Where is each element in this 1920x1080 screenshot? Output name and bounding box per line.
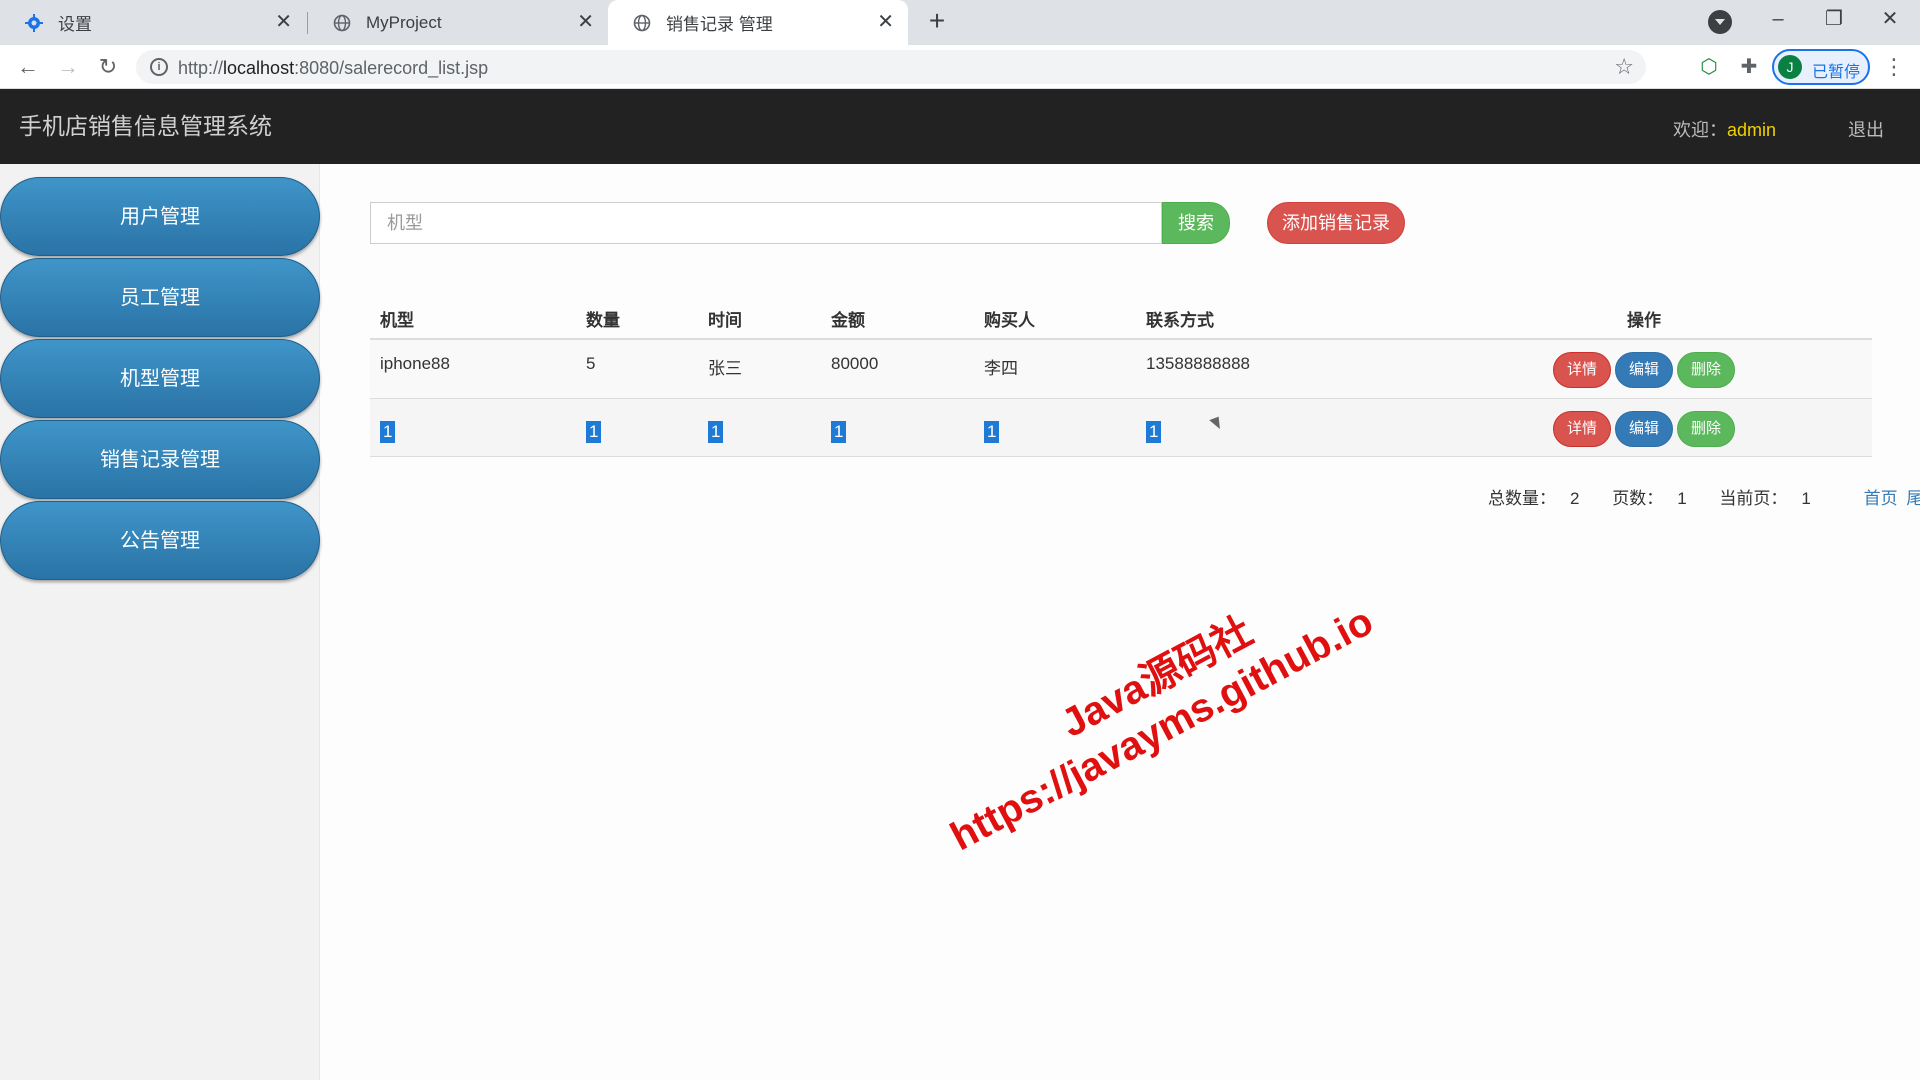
pagination: 总数量： 2 页数： 1 当前页： 1 首页 尾页 bbox=[1488, 484, 1920, 509]
app-header: 手机店销售信息管理系统 欢迎：admin 退出 bbox=[0, 89, 1920, 164]
sidebar-item-notices[interactable]: 公告管理 bbox=[0, 501, 320, 580]
sidebar: 用户管理 员工管理 机型管理 销售记录管理 公告管理 bbox=[0, 164, 320, 1080]
table-cell: 1 bbox=[380, 421, 396, 443]
welcome-label: 欢迎： bbox=[1673, 120, 1727, 140]
menu-icon[interactable]: ⋮ bbox=[1880, 51, 1908, 83]
column-header: 购买人 bbox=[984, 311, 1035, 330]
globe-icon bbox=[332, 13, 352, 33]
table-cell: 1 bbox=[1146, 421, 1162, 443]
column-header: 联系方式 bbox=[1146, 311, 1214, 330]
browser-tab-salerecord[interactable]: 销售记录 管理 ✕ bbox=[608, 0, 908, 45]
browser-tab-settings[interactable]: 设置 ✕ bbox=[0, 0, 306, 45]
browser-toolbar: ← → ↻ i http://localhost:8080/salerecord… bbox=[0, 45, 1920, 89]
puzzle-icon[interactable]: ✚ bbox=[1736, 54, 1762, 80]
detail-button[interactable]: 详情 bbox=[1553, 411, 1611, 447]
username: admin bbox=[1727, 120, 1777, 140]
extension-icon[interactable]: ⬡ bbox=[1696, 54, 1722, 80]
table-cell: iphone88 bbox=[380, 354, 450, 373]
url-scheme: http:// bbox=[178, 58, 224, 78]
detail-button[interactable]: 详情 bbox=[1553, 352, 1611, 388]
profile-button[interactable]: J 已暂停 bbox=[1772, 49, 1870, 85]
table-cell: 1 bbox=[586, 421, 602, 443]
profile-status: 已暂停 bbox=[1812, 64, 1861, 81]
pager-pages: 页数： 1 bbox=[1612, 489, 1700, 508]
table-cell: 5 bbox=[586, 354, 596, 373]
pager-total: 总数量： 2 bbox=[1488, 489, 1593, 508]
url-path: :8080/salerecord_list.jsp bbox=[294, 58, 489, 78]
pager-current-value: 1 bbox=[1801, 489, 1811, 508]
minimize-icon[interactable]: – bbox=[1750, 0, 1806, 40]
bookmark-star-icon[interactable]: ☆ bbox=[1614, 54, 1634, 80]
address-bar[interactable]: i http://localhost:8080/salerecord_list.… bbox=[136, 50, 1646, 84]
last-page-link[interactable]: 尾页 bbox=[1906, 489, 1920, 508]
column-header: 机型 bbox=[380, 311, 414, 330]
gear-icon bbox=[24, 13, 44, 33]
app-title[interactable]: 手机店销售信息管理系统 bbox=[19, 107, 272, 141]
close-icon[interactable]: ✕ bbox=[275, 11, 292, 33]
browser-tab-title: MyProject bbox=[366, 12, 442, 32]
browser-tab-bar: 设置 ✕ MyProject ✕ 销售记录 管理 ✕ + – ❐ ✕ bbox=[0, 0, 1920, 45]
edit-button[interactable]: 编辑 bbox=[1615, 411, 1673, 447]
site-info-icon[interactable]: i bbox=[150, 58, 168, 76]
table-cell: 李四 bbox=[984, 359, 1018, 378]
salerecord-table: 机型 数量 时间 金额 购买人 联系方式 操作 iphone88 5 张三 80… bbox=[370, 290, 1872, 457]
url-host: localhost bbox=[223, 58, 295, 78]
restore-icon[interactable]: ❐ bbox=[1806, 0, 1862, 40]
reload-icon[interactable]: ↻ bbox=[92, 51, 124, 83]
logout-link[interactable]: 退出 bbox=[1848, 116, 1884, 142]
browser-tab-myproject[interactable]: MyProject ✕ bbox=[308, 0, 608, 45]
edit-button[interactable]: 编辑 bbox=[1615, 352, 1673, 388]
delete-button[interactable]: 删除 bbox=[1677, 411, 1735, 447]
table-cell: 13588888888 bbox=[1146, 354, 1251, 373]
close-icon[interactable]: ✕ bbox=[877, 11, 894, 33]
table-row: iphone88 5 张三 80000 李四 13588888888 详情 编辑… bbox=[370, 340, 1872, 399]
window-close-icon[interactable]: ✕ bbox=[1862, 0, 1918, 40]
table-cell: 1 bbox=[831, 421, 847, 443]
sidebar-item-staff[interactable]: 员工管理 bbox=[0, 258, 320, 337]
url-text[interactable]: http://localhost:8080/salerecord_list.js… bbox=[178, 58, 488, 79]
table-row: 1 1 1 1 1 1 详情 编辑 删除 bbox=[370, 399, 1872, 457]
table-cell: 1 bbox=[984, 421, 1000, 443]
column-header: 操作 bbox=[1627, 311, 1661, 330]
welcome-text: 欢迎：admin bbox=[1673, 116, 1776, 142]
watermark: Java源码社 https://javayms.github.io bbox=[920, 555, 1381, 861]
column-header: 金额 bbox=[831, 311, 865, 330]
sidebar-item-models[interactable]: 机型管理 bbox=[0, 339, 320, 418]
sidebar-item-users[interactable]: 用户管理 bbox=[0, 177, 320, 256]
browser-tab-title: 设置 bbox=[58, 15, 92, 34]
table-cell: 80000 bbox=[831, 354, 879, 373]
search-button[interactable]: 搜索 bbox=[1162, 202, 1230, 244]
add-salerecord-button[interactable]: 添加销售记录 bbox=[1267, 202, 1405, 244]
pager-total-value: 2 bbox=[1570, 489, 1580, 508]
delete-button[interactable]: 删除 bbox=[1677, 352, 1735, 388]
first-page-link[interactable]: 首页 bbox=[1864, 489, 1898, 508]
pager-current-label: 当前页： bbox=[1719, 489, 1788, 508]
globe-icon bbox=[632, 13, 652, 33]
avatar: J bbox=[1778, 55, 1802, 79]
new-tab-icon[interactable]: + bbox=[922, 7, 952, 37]
table-cell: 1 bbox=[708, 421, 724, 443]
pager-current: 当前页： 1 bbox=[1719, 489, 1824, 508]
column-header: 时间 bbox=[708, 311, 742, 330]
sidebar-item-sales[interactable]: 销售记录管理 bbox=[0, 420, 320, 499]
column-header: 数量 bbox=[586, 311, 620, 330]
table-cell: 张三 bbox=[708, 359, 742, 378]
browser-tab-title: 销售记录 管理 bbox=[666, 15, 773, 34]
pager-pages-label: 页数： bbox=[1612, 489, 1664, 508]
forward-icon[interactable]: → bbox=[52, 51, 84, 83]
pager-pages-value: 1 bbox=[1677, 489, 1687, 508]
table-header: 机型 数量 时间 金额 购买人 联系方式 操作 bbox=[370, 290, 1872, 340]
pager-total-label: 总数量： bbox=[1488, 489, 1556, 508]
search-input[interactable]: 机型 bbox=[370, 202, 1162, 244]
back-icon[interactable]: ← bbox=[12, 51, 44, 83]
close-icon[interactable]: ✕ bbox=[577, 11, 594, 33]
tab-search-icon[interactable] bbox=[1708, 10, 1732, 34]
